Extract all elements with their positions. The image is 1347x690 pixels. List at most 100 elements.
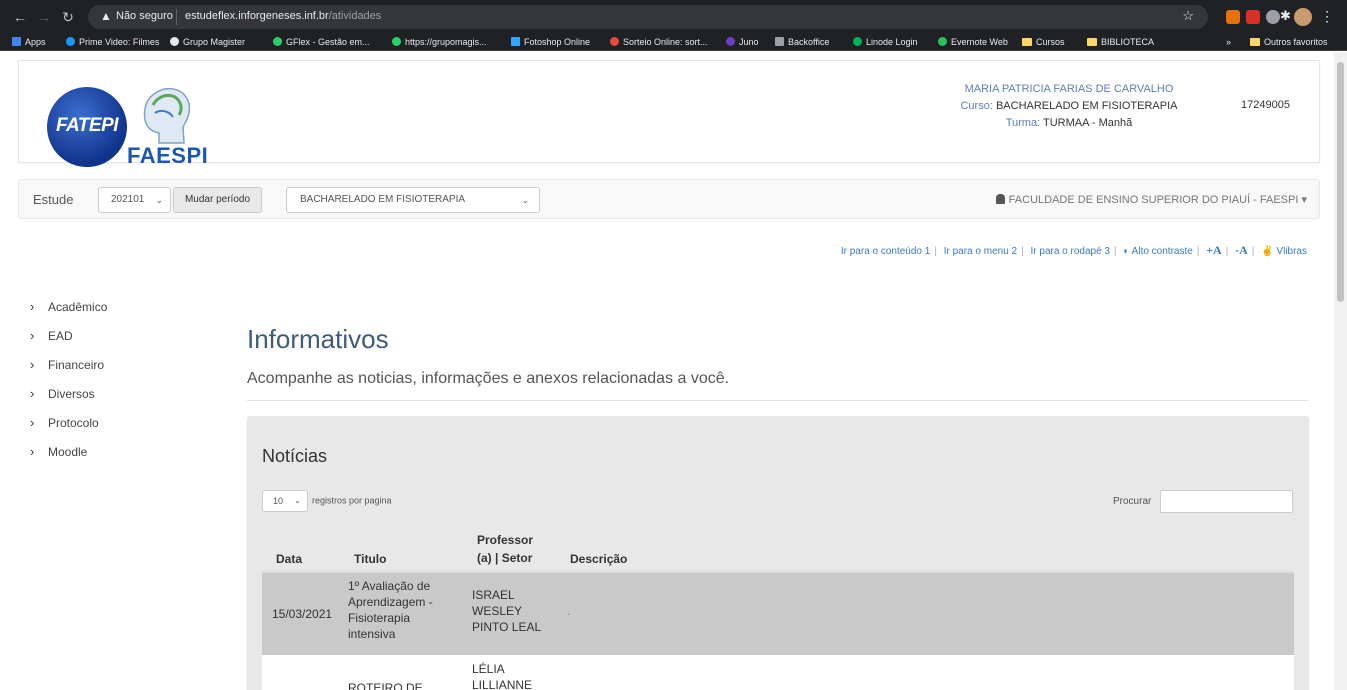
chevron-right-icon: › xyxy=(30,415,35,430)
course-select-value: BACHARELADO EM FISIOTERAPIA xyxy=(300,194,466,205)
cell-title: 1º Avaliação de Aprendizagem - Fisiotera… xyxy=(348,579,433,641)
bookmark-item[interactable]: Evernote Web xyxy=(938,36,1008,49)
institution-dropdown[interactable]: FACULDADE DE ENSINO SUPERIOR DO PIAUÍ - … xyxy=(995,193,1307,206)
bookmark-item[interactable]: Linode Login xyxy=(853,36,918,49)
forward-arrow-icon[interactable]: → xyxy=(36,9,52,25)
separator: | xyxy=(1021,246,1024,257)
caret-down-icon: ▾ xyxy=(1301,194,1307,206)
table-row[interactable]: ROTEIRO DE LÉLIA LILLIANNE xyxy=(262,655,1294,690)
chevron-right-icon: › xyxy=(30,328,35,343)
profile-avatar[interactable] xyxy=(1294,8,1312,26)
goto-content-link[interactable]: Ir para o conteúdo 1 xyxy=(841,246,931,257)
bookmark-favicon-icon xyxy=(392,37,401,46)
bookmarks-bar: Apps Prime Video: Filmes Grupo Magister … xyxy=(0,34,1347,51)
apps-grid-icon xyxy=(12,37,21,46)
course-select[interactable]: BACHARELADO EM FISIOTERAPIA ⌄ xyxy=(286,187,540,213)
bookmark-favicon-icon xyxy=(775,37,784,46)
omnibox-divider xyxy=(176,9,177,25)
bookmark-item[interactable]: Grupo Magister xyxy=(170,36,245,49)
bookmarks-overflow[interactable]: » xyxy=(1226,36,1231,49)
url-host: estudeflex.inforgeneses.inf.br xyxy=(185,10,329,22)
navbar-brand[interactable]: Estude xyxy=(33,192,73,207)
sidebar-item-financeiro[interactable]: › Financeiro xyxy=(30,358,107,387)
news-panel: Notícias 10 ⌄ registros por pagina Procura… xyxy=(247,416,1309,690)
folder-icon xyxy=(1087,38,1097,46)
sidebar-item-diversos[interactable]: › Diversos xyxy=(30,387,107,416)
head-silhouette-icon xyxy=(143,87,191,144)
bookmark-favicon-icon xyxy=(726,37,735,46)
faespi-logo: FAESPI xyxy=(127,143,209,168)
student-class: Turma: TURMAA - Manhã xyxy=(939,117,1199,129)
student-name: MARIA PATRICIA FARIAS DE CARVALHO xyxy=(964,83,1174,95)
change-period-button[interactable]: Mudar período xyxy=(173,187,262,213)
separator: | xyxy=(1114,246,1117,257)
bookmark-apps[interactable]: Apps xyxy=(12,36,46,49)
font-increase-link[interactable]: +A xyxy=(1206,243,1222,257)
bookmark-folder[interactable]: Cursos xyxy=(1022,36,1065,49)
bookmark-favicon-icon xyxy=(273,37,282,46)
page-content: FATEPI FAESPI MARIA PATRICIA FARIAS DE C… xyxy=(0,52,1334,690)
sidebar-item-moodle[interactable]: › Moodle xyxy=(30,445,107,474)
scrollbar-thumb[interactable] xyxy=(1337,62,1344,302)
sidebar-item-ead[interactable]: › EAD xyxy=(30,329,107,358)
bookmark-item[interactable]: Sorteio Online: sort... xyxy=(610,36,708,49)
table-row[interactable]: 15/03/2021 1º Avaliação de Aprendizagem … xyxy=(262,573,1294,655)
bookmark-favicon-icon xyxy=(938,37,947,46)
separator: | xyxy=(1225,246,1229,257)
warning-icon: ▲ xyxy=(100,9,112,23)
bookmark-favicon-icon xyxy=(66,37,75,46)
bookmark-folder[interactable]: BIBLIOTECA xyxy=(1087,36,1154,49)
font-decrease-link[interactable]: -A xyxy=(1235,243,1248,257)
sidebar-item-protocolo[interactable]: › Protocolo xyxy=(30,416,107,445)
extension-icon[interactable] xyxy=(1246,10,1260,24)
class-value: TURMAA - Manhã xyxy=(1043,117,1133,129)
cell-title: ROTEIRO DE xyxy=(348,681,423,690)
cell-professor: LÉLIA LILLIANNE xyxy=(472,662,533,690)
per-page-select[interactable]: 10 ⌄ xyxy=(262,490,308,512)
sidebar-item-academico[interactable]: › Acadêmico xyxy=(30,300,107,329)
menu-kebab-icon[interactable]: ⋮ xyxy=(1320,8,1334,25)
bookmark-star-icon[interactable]: ☆ xyxy=(1182,8,1194,24)
header-card: FATEPI FAESPI MARIA PATRICIA FARIAS DE C… xyxy=(18,60,1320,168)
cell-description: . xyxy=(567,604,571,618)
bookmark-item[interactable]: Prime Video: Filmes xyxy=(66,36,159,49)
chevron-right-icon: › xyxy=(30,444,35,459)
student-course: Curso: BACHARELADO EM FISIOTERAPIA xyxy=(939,100,1199,112)
high-contrast-link[interactable]: ◐ Alto contraste xyxy=(1123,246,1192,257)
search-input[interactable] xyxy=(1160,490,1293,513)
puzzle-icon[interactable]: ✱ xyxy=(1280,8,1294,23)
page-scrollbar[interactable] xyxy=(1334,52,1347,690)
bookmark-item[interactable]: GFlex - Gestão em... xyxy=(273,36,370,49)
bookmark-favicon-icon xyxy=(511,37,520,46)
chevron-down-icon: ⌄ xyxy=(294,496,301,505)
course-value: BACHARELADO EM FISIOTERAPIA xyxy=(995,100,1178,112)
reload-icon[interactable]: ↻ xyxy=(60,9,76,25)
browser-toolbar: ← → ↻ ▲ Não seguro estudeflex.inforgenes… xyxy=(0,0,1347,34)
per-page-control: 10 ⌄ registros por pagina xyxy=(262,490,392,512)
cell-date: 15/03/2021 xyxy=(272,607,333,621)
other-favorites[interactable]: Outros favoritos xyxy=(1250,36,1328,49)
goto-footer-link[interactable]: Ir para o rodapé 3 xyxy=(1031,246,1111,257)
user-icon xyxy=(995,194,1005,204)
bookmark-item[interactable]: Backoffice xyxy=(775,36,829,49)
vlibras-link[interactable]: ✌ Vlibras xyxy=(1261,246,1307,257)
page-subtitle: Acompanhe as noticias, informações e ane… xyxy=(247,370,730,387)
class-label: Turma: xyxy=(1005,117,1041,129)
bookmark-item[interactable]: Juno xyxy=(726,36,759,49)
address-bar[interactable]: ▲ Não seguro estudeflex.inforgeneses.inf… xyxy=(88,5,1208,29)
column-header-professor[interactable]: Professor (a) | Setor xyxy=(477,531,547,567)
period-select[interactable]: 202101 ⌄ xyxy=(98,187,171,213)
column-header-title[interactable]: Titulo xyxy=(354,550,386,568)
goto-menu-link[interactable]: Ir para o menu 2 xyxy=(944,246,1017,257)
chevron-down-icon: ⌄ xyxy=(155,195,163,205)
bookmark-favicon-icon xyxy=(853,37,862,46)
extension-icon[interactable] xyxy=(1266,10,1280,24)
cell-professor: ISRAEL WESLEY PINTO LEAL xyxy=(472,588,542,634)
bookmark-item[interactable]: Fotoshop Online xyxy=(511,36,590,49)
column-header-description[interactable]: Descrição xyxy=(570,550,627,568)
back-arrow-icon[interactable]: ← xyxy=(12,9,28,25)
extension-icon[interactable] xyxy=(1226,10,1240,24)
url-text[interactable]: estudeflex.inforgeneses.inf.br/atividade… xyxy=(185,10,381,22)
bookmark-item[interactable]: https://grupomagis... xyxy=(392,36,487,49)
column-header-date[interactable]: Data xyxy=(276,550,302,568)
